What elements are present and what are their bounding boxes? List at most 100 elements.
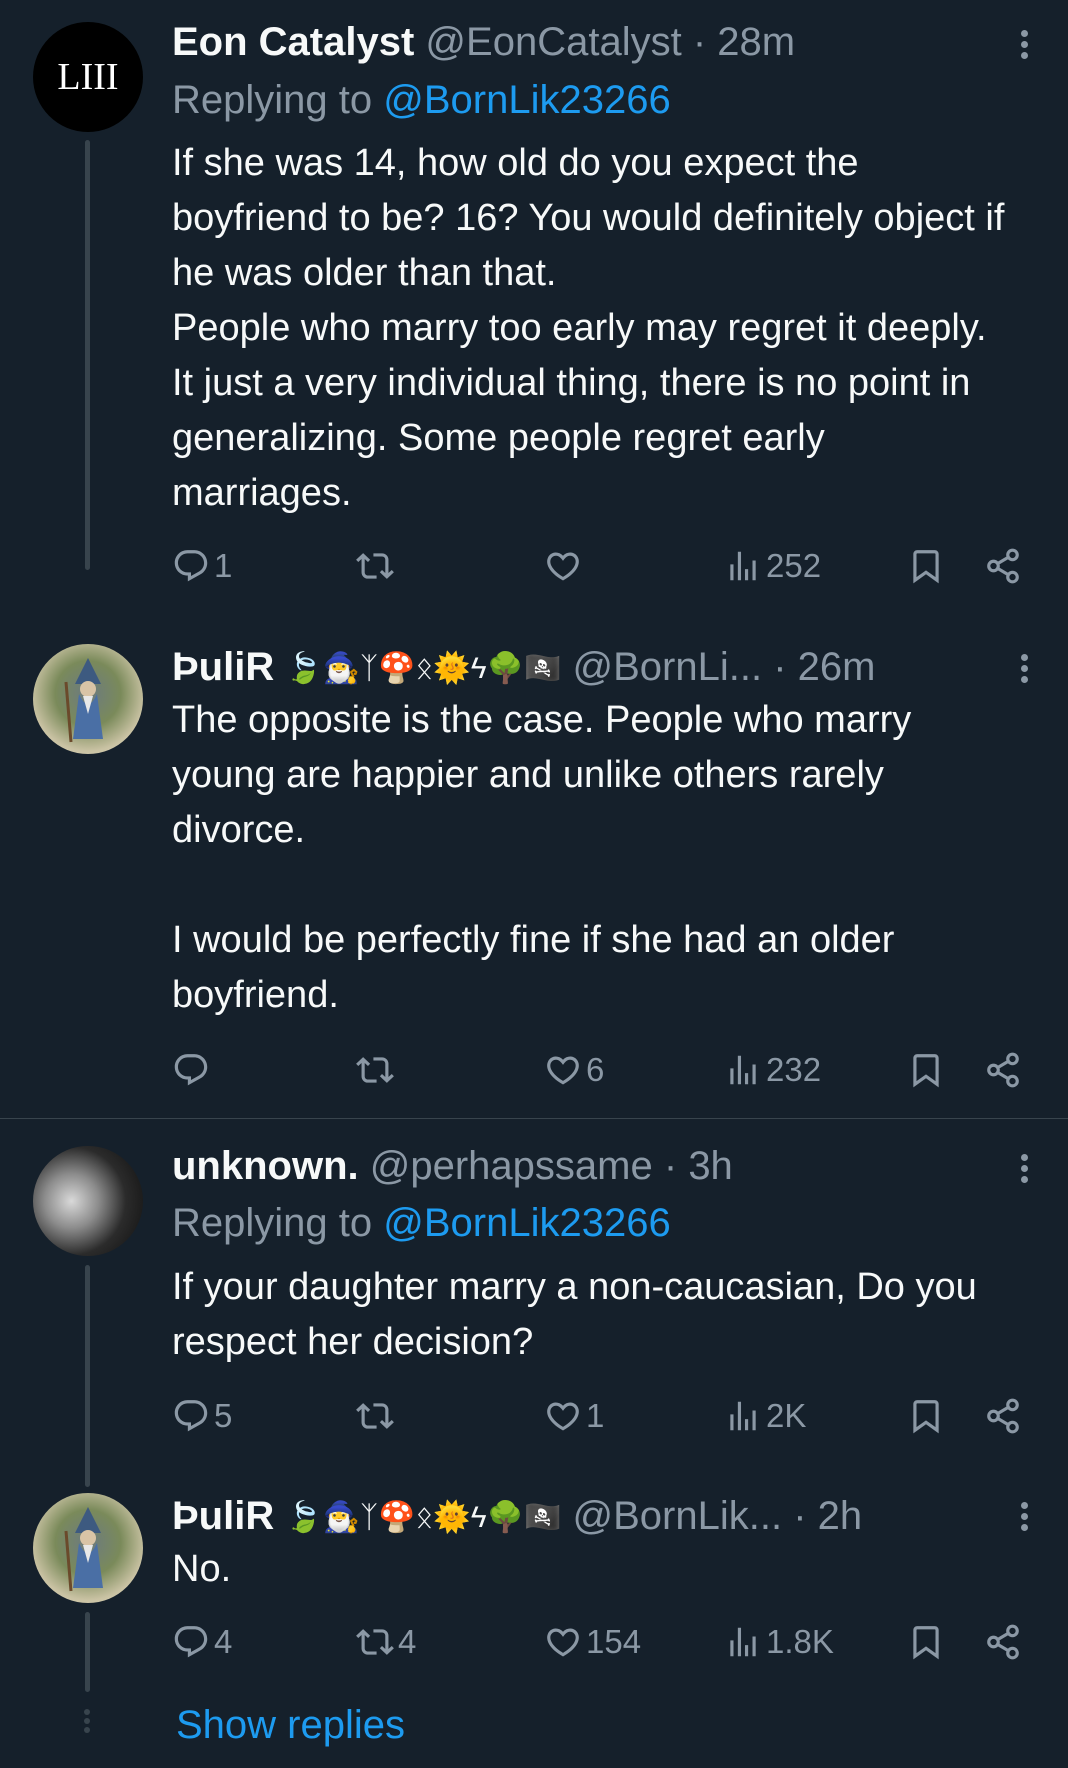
bookmark-icon (907, 1051, 945, 1089)
retweet-count: 4 (398, 1623, 417, 1660)
retweet-icon (356, 1623, 394, 1661)
like-button[interactable]: 6 (544, 1045, 604, 1095)
reply-count: 5 (214, 1397, 233, 1434)
timestamp[interactable]: 3h (688, 1144, 733, 1188)
tweet-header: Eon Catalyst @EonCatalyst · 28m (172, 18, 795, 66)
mention-link[interactable]: @BornLik23266 (383, 1201, 670, 1245)
action-bar: 4 4 154 1.8K (172, 1617, 1032, 1667)
show-replies-link[interactable]: Show replies (176, 1703, 405, 1748)
retweet-button[interactable] (356, 541, 398, 591)
timestamp[interactable]: 28m (717, 20, 795, 64)
separator-dot: · (793, 1494, 807, 1538)
author-name[interactable]: Eon Catalyst (172, 20, 414, 64)
tweet-text: If your daughter marry a non-caucasian, … (172, 1266, 977, 1363)
reply-button[interactable]: 1 (172, 541, 232, 591)
action-bar: 6 232 (172, 1045, 1032, 1095)
name-emojis: 🍃🧙‍♂️ᛉ🍄ᛟ🌞ϟ🌳🏴‍☠️ (285, 1501, 562, 1535)
views-icon (724, 547, 762, 585)
thread-line (85, 1265, 90, 1487)
reply-icon (172, 1623, 210, 1661)
avatar[interactable] (33, 1493, 143, 1603)
timestamp[interactable]: 2h (818, 1494, 863, 1538)
replying-prefix: Replying to (172, 1201, 384, 1245)
bookmark-button[interactable] (907, 541, 945, 591)
bookmark-icon (907, 1623, 945, 1661)
views-count: 252 (766, 547, 822, 584)
reply-button[interactable] (172, 1045, 214, 1095)
views-icon (724, 1623, 762, 1661)
thread-dots (84, 1706, 90, 1736)
retweet-icon (356, 1051, 394, 1089)
replying-prefix: Replying to (172, 78, 384, 122)
author-name[interactable]: ÞuliR (172, 645, 274, 689)
tweet-header: ÞuliR 🍃🧙‍♂️ᛉ🍄ᛟ🌞ϟ🌳🏴‍☠️ @BornLik... · 2h (172, 1492, 862, 1542)
separator-dot: · (663, 1144, 678, 1188)
like-count: 154 (586, 1623, 642, 1660)
more-icon[interactable] (1014, 650, 1034, 690)
replying-to: Replying to @BornLik23266 (172, 1199, 671, 1247)
tweet-header: ÞuliR 🍃🧙‍♂️ᛉ🍄ᛟ🌞ϟ🌳🏴‍☠️ @BornLi... · 26m (172, 643, 875, 693)
tweet-text: If she was 14, how old do you expect the… (172, 142, 1005, 514)
timestamp[interactable]: 26m (798, 645, 876, 689)
reply-icon (172, 1051, 210, 1089)
like-button[interactable] (544, 541, 586, 591)
like-icon (544, 1623, 582, 1661)
like-icon (544, 1051, 582, 1089)
wizard-figure (64, 658, 103, 743)
like-icon (544, 547, 582, 585)
wizard-figure (64, 1507, 103, 1592)
more-icon[interactable] (1014, 1150, 1034, 1190)
bookmark-button[interactable] (907, 1391, 945, 1441)
views-icon (724, 1051, 762, 1089)
author-handle[interactable]: @EonCatalyst (425, 20, 681, 64)
tweet-header: unknown. @perhapssame · 3h (172, 1142, 733, 1190)
views-button[interactable]: 1.8K (724, 1617, 834, 1667)
mention-link[interactable]: @BornLik23266 (383, 78, 670, 122)
author-handle[interactable]: @BornLik... (572, 1494, 782, 1538)
retweet-button[interactable] (356, 1391, 398, 1441)
tweet-text: No. (172, 1548, 232, 1590)
bookmark-button[interactable] (907, 1617, 945, 1667)
share-icon (984, 547, 1022, 585)
avatar[interactable] (33, 644, 143, 754)
share-button[interactable] (984, 1617, 1022, 1667)
retweet-button[interactable] (356, 1045, 398, 1095)
author-handle[interactable]: @BornLi... (572, 645, 762, 689)
share-button[interactable] (984, 1391, 1022, 1441)
action-bar: 1 252 (172, 541, 1032, 591)
reply-button[interactable]: 5 (172, 1391, 232, 1441)
like-icon (544, 1397, 582, 1435)
thread-line (85, 1612, 90, 1692)
share-button[interactable] (984, 541, 1022, 591)
avatar[interactable]: LIII (33, 22, 143, 132)
share-icon (984, 1051, 1022, 1089)
retweet-icon (356, 1397, 394, 1435)
like-button[interactable]: 154 (544, 1617, 641, 1667)
retweet-button[interactable]: 4 (356, 1617, 416, 1667)
share-icon (984, 1397, 1022, 1435)
replying-to: Replying to @BornLik23266 (172, 76, 671, 124)
retweet-icon (356, 547, 394, 585)
views-button[interactable]: 252 (724, 541, 821, 591)
views-count: 2K (766, 1397, 807, 1434)
separator-dot: · (692, 20, 707, 64)
reply-count: 1 (214, 547, 233, 584)
views-button[interactable]: 2K (724, 1391, 806, 1441)
separator-dot: · (773, 645, 787, 689)
divider (0, 1118, 1068, 1119)
views-button[interactable]: 232 (724, 1045, 821, 1095)
more-icon[interactable] (1014, 1498, 1034, 1538)
author-name[interactable]: unknown. (172, 1144, 359, 1188)
avatar-monogram: LIII (57, 56, 119, 98)
like-button[interactable]: 1 (544, 1391, 604, 1441)
author-handle[interactable]: @perhapssame (370, 1144, 653, 1188)
author-name[interactable]: ÞuliR (172, 1494, 274, 1538)
bookmark-button[interactable] (907, 1045, 945, 1095)
share-button[interactable] (984, 1045, 1022, 1095)
bookmark-icon (907, 1397, 945, 1435)
bookmark-icon (907, 547, 945, 585)
reply-button[interactable]: 4 (172, 1617, 232, 1667)
avatar[interactable] (33, 1146, 143, 1256)
more-icon[interactable] (1014, 26, 1034, 66)
views-count: 1.8K (766, 1623, 834, 1660)
